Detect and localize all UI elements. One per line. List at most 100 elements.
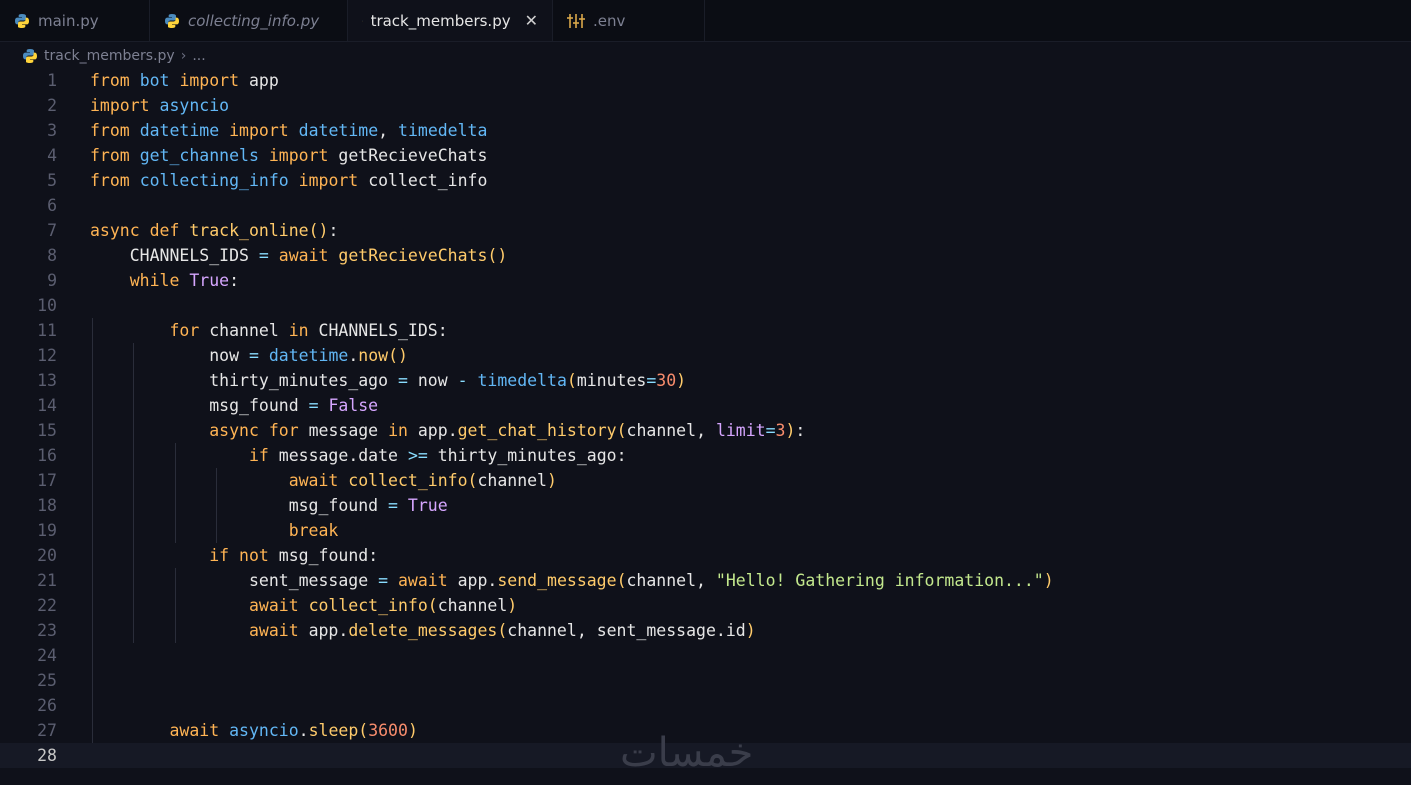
tab-track-members-py[interactable]: track_members.py ✕ — [348, 0, 553, 41]
tab-label: main.py — [38, 11, 99, 30]
line-number: 7 — [47, 221, 57, 240]
code-line[interactable]: 3 from datetime import datetime, timedelt… — [0, 118, 1411, 143]
code-line[interactable]: 11 for channel in CHANNELS_IDS: — [0, 318, 1411, 343]
code-text: async for message in app.get_chat_histor… — [209, 421, 806, 440]
tab-main-py[interactable]: main.py — [0, 0, 150, 41]
env-settings-icon — [567, 13, 585, 28]
code-text: break — [288, 521, 339, 540]
line-number: 24 — [37, 646, 57, 665]
line-number: 22 — [37, 596, 57, 615]
code-line[interactable]: 13 thirty_minutes_ago = now - timedelta(… — [0, 368, 1411, 393]
line-number: 23 — [37, 621, 57, 640]
python-icon — [23, 49, 37, 63]
indent-guide — [92, 318, 93, 743]
chevron-right-icon: › — [180, 48, 187, 64]
code-text: thirty_minutes_ago = now - timedelta(min… — [209, 371, 687, 390]
line-number: 19 — [37, 521, 57, 540]
line-number: 12 — [37, 346, 57, 365]
line-number: 11 — [37, 321, 57, 340]
breadcrumb-file[interactable]: track_members.py — [44, 48, 175, 64]
code-text: await app.delete_messages(channel, sent_… — [248, 621, 756, 640]
code-text: for channel in CHANNELS_IDS: — [169, 321, 448, 340]
indent-guide — [175, 568, 176, 643]
code-line[interactable]: 20 if not msg_found: — [0, 543, 1411, 568]
tab-collecting-info-py[interactable]: collecting_info.py — [150, 0, 348, 41]
code-text: from get_channels import getRecieveChats — [90, 146, 488, 165]
code-text: now = datetime.now() — [209, 346, 408, 365]
python-icon — [15, 13, 29, 28]
code-line[interactable]: 22 await collect_info(channel) — [0, 593, 1411, 618]
tab-label: .env — [593, 11, 626, 30]
line-number: 28 — [37, 746, 57, 765]
code-line[interactable]: 7 async def track_online(): — [0, 218, 1411, 243]
code-text: await collect_info(channel) — [288, 471, 557, 490]
code-text: CHANNELS_IDS = await getRecieveChats() — [129, 246, 508, 265]
code-line[interactable]: 10 — [0, 293, 1411, 318]
indent-guide — [133, 343, 134, 643]
code-line[interactable]: 25 — [0, 668, 1411, 693]
code-editor[interactable]: 1 from bot import app 2 import asyncio 3 from… — [0, 68, 1411, 785]
code-line[interactable]: 23 await app.delete_messages(channel, se… — [0, 618, 1411, 643]
line-number: 21 — [37, 571, 57, 590]
breadcrumb-more[interactable]: ... — [192, 48, 205, 64]
tab-label: collecting_info.py — [188, 11, 320, 30]
code-text: await collect_info(channel) — [248, 596, 518, 615]
code-line[interactable]: 16 if message.date >= thirty_minutes_ago… — [0, 443, 1411, 468]
tab-env[interactable]: .env — [553, 0, 705, 41]
line-number: 26 — [37, 696, 57, 715]
line-number: 10 — [37, 296, 57, 315]
code-text: await asyncio.sleep(3600) — [169, 721, 418, 740]
line-number: 27 — [37, 721, 57, 740]
line-number: 13 — [37, 371, 57, 390]
tab-bar: main.py collecting_info.py track_members… — [0, 0, 1411, 42]
line-number: 18 — [37, 496, 57, 515]
code-line[interactable]: 15 async for message in app.get_chat_his… — [0, 418, 1411, 443]
code-text: import asyncio — [90, 96, 230, 115]
indent-guide — [175, 443, 176, 543]
code-line[interactable]: 14 msg_found = False — [0, 393, 1411, 418]
python-icon — [165, 13, 179, 28]
code-line[interactable]: 26 — [0, 693, 1411, 718]
tab-label: track_members.py — [370, 11, 511, 30]
breadcrumb: track_members.py › ... — [22, 46, 206, 66]
code-line[interactable]: 24 — [0, 643, 1411, 668]
line-number: 5 — [47, 171, 57, 190]
line-number: 8 — [47, 246, 57, 265]
code-line[interactable]: 9 while True: — [0, 268, 1411, 293]
close-tab-icon[interactable]: ✕ — [525, 11, 538, 30]
line-number: 1 — [47, 71, 57, 90]
line-number: 6 — [47, 196, 57, 215]
line-number: 15 — [37, 421, 57, 440]
code-line[interactable]: 8 CHANNELS_IDS = await getRecieveChats() — [0, 243, 1411, 268]
code-line[interactable]: 6 — [0, 193, 1411, 218]
code-line[interactable]: 12 now = datetime.now() — [0, 343, 1411, 368]
code-text: from collecting_info import collect_info — [90, 171, 488, 190]
code-line[interactable]: 1 from bot import app — [0, 68, 1411, 93]
line-number: 17 — [37, 471, 57, 490]
line-number: 4 — [47, 146, 57, 165]
line-number: 9 — [47, 271, 57, 290]
python-icon — [362, 20, 363, 21]
code-text: from datetime import datetime, timedelta — [90, 121, 488, 140]
line-number: 2 — [47, 96, 57, 115]
code-line[interactable]: 2 import asyncio — [0, 93, 1411, 118]
line-number: 3 — [47, 121, 57, 140]
code-text: sent_message = await app.send_message(ch… — [248, 571, 1054, 590]
code-line[interactable]: 5 from collecting_info import collect_inf… — [0, 168, 1411, 193]
code-text: async def track_online(): — [90, 221, 339, 240]
line-number: 14 — [37, 396, 57, 415]
code-text: msg_found = True — [288, 496, 448, 515]
code-text: from bot import app — [90, 71, 279, 90]
code-line[interactable]: 4 from get_channels import getRecieveChat… — [0, 143, 1411, 168]
line-number: 20 — [37, 546, 57, 565]
code-text: if message.date >= thirty_minutes_ago: — [248, 446, 627, 465]
code-line[interactable]: 18 msg_found = True — [0, 493, 1411, 518]
code-line[interactable]: 21 sent_message = await app.send_message… — [0, 568, 1411, 593]
line-number: 25 — [37, 671, 57, 690]
code-line[interactable]: 19 break — [0, 518, 1411, 543]
code-text: while True: — [129, 271, 240, 290]
watermark-logo: خمسات — [620, 730, 754, 776]
line-number: 16 — [37, 446, 57, 465]
indent-guide — [216, 468, 217, 543]
code-line[interactable]: 17 await collect_info(channel) — [0, 468, 1411, 493]
